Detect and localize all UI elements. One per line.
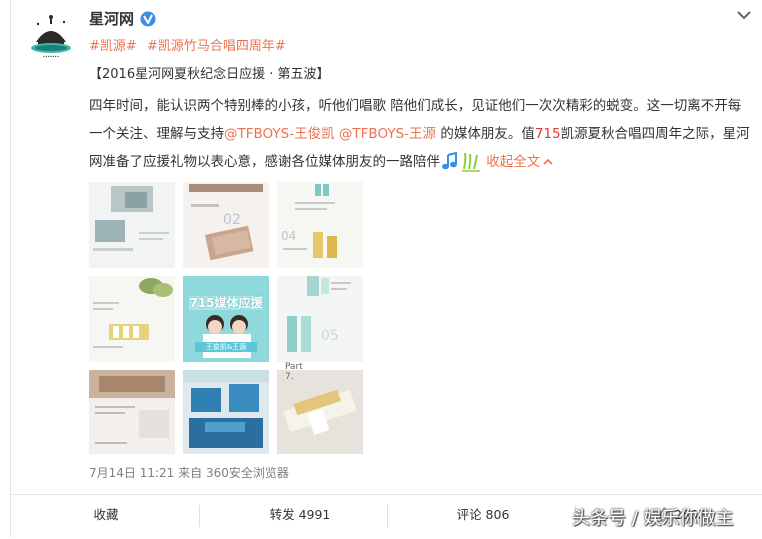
image-thumbnail-3[interactable]: 04 xyxy=(277,182,363,268)
mention-wangyuan[interactable]: @TFBOYS-王源 xyxy=(339,126,436,142)
weibo-card: ••••••• 星河网 #凯源# #凯源竹马合唱四周年# 【2016星河网夏秋纪… xyxy=(0,0,762,539)
photo-thumbnail-1 xyxy=(89,182,175,268)
post-timestamp[interactable]: 7月14日 11:21 xyxy=(89,466,174,480)
username[interactable]: 星河网 xyxy=(89,9,134,29)
avatar[interactable]: ••••••• xyxy=(26,12,76,62)
image-thumbnail-2[interactable]: 02 xyxy=(183,182,269,268)
image-thumbnail-4[interactable] xyxy=(89,276,175,362)
svg-text:02: 02 xyxy=(223,212,241,228)
verified-v-icon xyxy=(140,11,156,27)
action-divider-1 xyxy=(199,505,200,527)
topic-tag-kaiyuan[interactable]: #凯源# xyxy=(89,39,137,54)
chevron-down-icon[interactable] xyxy=(735,8,753,22)
topic-tag-anniversary[interactable]: #凯源竹马合唱四周年# xyxy=(147,39,286,54)
action-divider-2 xyxy=(387,505,388,527)
music-note-icon xyxy=(442,152,457,170)
comment-button[interactable]: 评论 806 xyxy=(443,495,523,539)
source-prefix: 来自 xyxy=(178,466,203,480)
watermark-text: 头条号 / 娱乐你做主 xyxy=(572,508,734,529)
post-meta: 7月14日 11:21 来自 360安全浏览器 xyxy=(89,465,289,481)
avatar-logo-icon: ••••••• xyxy=(27,13,75,61)
photo-thumbnail-4 xyxy=(89,276,175,362)
svg-text:04: 04 xyxy=(281,229,296,243)
post-source[interactable]: 360安全浏览器 xyxy=(206,466,289,480)
repost-button[interactable]: 转发 4991 xyxy=(255,495,345,539)
photo-thumbnail-8 xyxy=(183,370,269,454)
body-text-2: 的媒体朋友。值 xyxy=(436,126,535,142)
highlight-number: 715 xyxy=(534,126,561,142)
image-thumbnail-7[interactable] xyxy=(89,370,175,454)
photo-thumbnail-9 xyxy=(277,370,363,454)
card-border xyxy=(10,0,11,538)
comment-label: 评论 806 xyxy=(456,507,510,522)
poster-text: 715媒体应援 xyxy=(189,296,263,310)
poster-ribbon-text: 王俊凯&王源 xyxy=(205,343,247,351)
image-thumbnail-poster[interactable]: 715媒体应援 王俊凯&王源 xyxy=(183,276,269,362)
photo-thumbnail-7 xyxy=(89,370,175,454)
image-thumbnail-6[interactable]: 05 xyxy=(277,276,363,362)
svg-text:05: 05 xyxy=(321,328,339,344)
repost-label: 转发 4991 xyxy=(269,507,331,522)
favorite-button[interactable]: 收藏 xyxy=(81,495,131,539)
topic-tags: #凯源# #凯源竹马合唱四周年# xyxy=(89,37,292,57)
chevron-up-icon xyxy=(543,158,553,165)
collapse-label: 收起全文 xyxy=(486,154,541,170)
photo-thumbnail-3: 04 xyxy=(277,182,363,268)
post-title: 【2016星河网夏秋纪念日应援 · 第五波】 xyxy=(89,67,330,82)
photo-thumbnail-6: 05 xyxy=(277,276,363,362)
svg-text:•••••••: ••••••• xyxy=(43,54,60,59)
image-thumbnail-9[interactable] xyxy=(277,370,363,454)
mention-wangjunkai[interactable]: @TFBOYS-王俊凯 xyxy=(224,126,335,142)
post-body: 四年时间，能认识两个特别棒的小孩，听他们唱歌 陪他们成长，见证他们一次次精彩的蜕… xyxy=(89,92,753,176)
collapse-text-link[interactable]: 收起全文 xyxy=(486,154,553,170)
favorite-label: 收藏 xyxy=(93,507,119,522)
photo-thumbnail-2: 02 xyxy=(183,182,269,268)
clover-emoji-icon xyxy=(462,152,480,172)
page-label: Part 7. xyxy=(285,362,303,382)
image-thumbnail-8[interactable] xyxy=(183,370,269,454)
image-thumbnail-1[interactable] xyxy=(89,182,175,268)
